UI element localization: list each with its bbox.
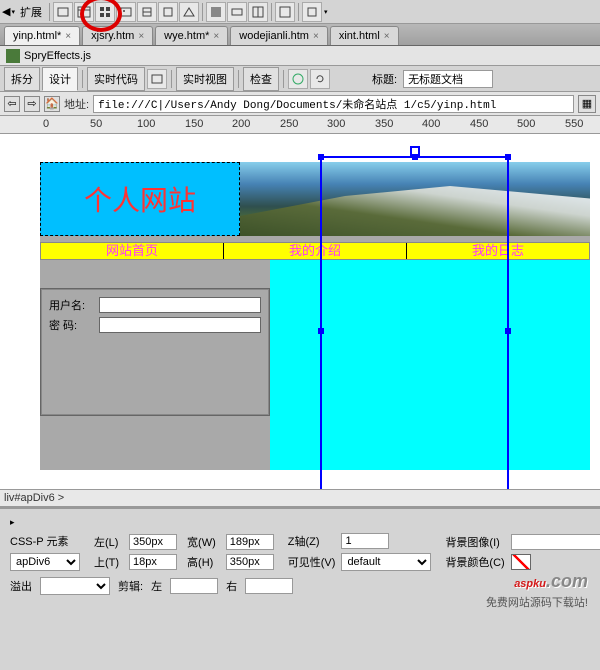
tool-icon-9[interactable] bbox=[227, 2, 247, 22]
top-input[interactable] bbox=[129, 554, 177, 570]
address-input[interactable] bbox=[93, 95, 574, 113]
nav-blog[interactable]: 我的日志 bbox=[407, 243, 589, 259]
tool-icon-12[interactable] bbox=[302, 2, 322, 22]
horizontal-ruler: 0 50 100 150 200 250 300 350 400 450 500… bbox=[0, 116, 600, 134]
overflow-select[interactable] bbox=[40, 577, 110, 595]
cssp-label: CSS-P 元素 bbox=[10, 533, 80, 549]
go-icon[interactable]: ▦ bbox=[578, 95, 596, 113]
collapse-icon[interactable]: ▸ bbox=[10, 517, 15, 528]
title-label: 标题: bbox=[372, 71, 397, 87]
nav-intro[interactable]: 我的介绍 bbox=[224, 243, 407, 259]
height-input[interactable] bbox=[226, 554, 274, 570]
expand-menu[interactable]: 扩展 bbox=[16, 4, 46, 20]
js-file-icon bbox=[6, 49, 20, 63]
resize-handle[interactable] bbox=[318, 154, 324, 160]
vis-select[interactable]: default bbox=[341, 553, 431, 571]
logo-box[interactable]: 个人网站 bbox=[40, 162, 240, 236]
address-label: 地址: bbox=[64, 96, 89, 112]
z-input[interactable] bbox=[341, 533, 389, 549]
close-icon[interactable]: × bbox=[138, 31, 144, 42]
tool-icon-7[interactable] bbox=[179, 2, 199, 22]
banner-image[interactable] bbox=[240, 162, 590, 236]
watermark: aspku.com 免费网站源码下载站! bbox=[486, 563, 588, 610]
vis-label: 可见性(V) bbox=[288, 554, 336, 570]
tool-dropdown[interactable]: ▾ bbox=[323, 8, 328, 16]
pass-label: 密 码: bbox=[49, 317, 99, 333]
login-form: 用户名: 密 码: bbox=[40, 288, 270, 416]
forward-icon[interactable]: ⇨ bbox=[24, 96, 40, 112]
clip-label: 剪辑: bbox=[118, 578, 143, 594]
clip-left-label: 左 bbox=[151, 578, 162, 594]
password-input[interactable] bbox=[99, 317, 261, 333]
bgimg-input[interactable] bbox=[511, 534, 600, 550]
tool-icon-6[interactable] bbox=[158, 2, 178, 22]
back-icon[interactable]: ⇦ bbox=[4, 96, 20, 112]
resize-handle[interactable] bbox=[412, 154, 418, 160]
tool-icon-10[interactable] bbox=[248, 2, 268, 22]
height-label: 高(H) bbox=[187, 554, 216, 570]
tab-xint[interactable]: xint.html× bbox=[330, 26, 399, 45]
page-header: 个人网站 bbox=[40, 162, 600, 236]
width-label: 宽(W) bbox=[187, 534, 216, 550]
main-toolbar: ◀ ▾ 扩展 ▾ bbox=[0, 0, 600, 24]
resize-handle[interactable] bbox=[505, 154, 511, 160]
close-icon[interactable]: × bbox=[65, 31, 71, 42]
selection-anchor[interactable] bbox=[410, 146, 420, 156]
split-button[interactable]: 拆分 bbox=[4, 67, 40, 91]
clip-right-label: 右 bbox=[226, 578, 237, 594]
tool-icon-3[interactable] bbox=[95, 2, 115, 22]
user-label: 用户名: bbox=[49, 297, 99, 313]
left-input[interactable] bbox=[129, 534, 177, 550]
address-bar: ⇦ ⇨ 🏠 地址: ▦ bbox=[0, 92, 600, 116]
z-label: Z轴(Z) bbox=[288, 533, 336, 549]
tool-icon-11[interactable] bbox=[275, 2, 295, 22]
left-label: 左(L) bbox=[94, 534, 119, 550]
design-button[interactable]: 设计 bbox=[42, 67, 78, 91]
close-icon[interactable]: × bbox=[384, 31, 390, 42]
nav-bar: 网站首页 我的介绍 我的日志 bbox=[40, 242, 590, 260]
close-icon[interactable]: × bbox=[313, 31, 319, 42]
clip-left-input[interactable] bbox=[170, 578, 218, 594]
tool-icon-8[interactable] bbox=[206, 2, 226, 22]
tab-yinp[interactable]: yinp.html*× bbox=[4, 26, 80, 45]
design-canvas[interactable]: 个人网站 网站首页 我的介绍 我的日志 用户名: 密 码: bbox=[0, 134, 600, 489]
bgimg-label: 背景图像(I) bbox=[445, 534, 504, 550]
left-column: 用户名: 密 码: bbox=[40, 260, 270, 470]
close-icon[interactable]: × bbox=[213, 31, 219, 42]
tab-xjsry[interactable]: xjsry.htm× bbox=[82, 26, 153, 45]
right-column[interactable] bbox=[270, 260, 590, 470]
collapse-dropdown[interactable]: ◀ ▾ bbox=[2, 5, 15, 18]
nav-home[interactable]: 网站首页 bbox=[41, 243, 224, 259]
top-label: 上(T) bbox=[94, 554, 119, 570]
title-input[interactable] bbox=[403, 70, 493, 88]
logo-text: 个人网站 bbox=[84, 179, 196, 219]
tool-icon-1[interactable] bbox=[53, 2, 73, 22]
overflow-label: 溢出 bbox=[10, 578, 32, 594]
live-view-button[interactable]: 实时视图 bbox=[176, 67, 234, 91]
tool-icon-4[interactable] bbox=[116, 2, 136, 22]
tab-wye[interactable]: wye.htm*× bbox=[155, 26, 228, 45]
refresh-icon[interactable] bbox=[310, 69, 330, 89]
globe-icon[interactable] bbox=[288, 69, 308, 89]
inspect-button[interactable]: 检查 bbox=[243, 67, 279, 91]
username-input[interactable] bbox=[99, 297, 261, 313]
tab-wodejianli[interactable]: wodejianli.htm× bbox=[230, 26, 328, 45]
live-code-button[interactable]: 实时代码 bbox=[87, 67, 145, 91]
related-files-bar: SpryEffects.js bbox=[0, 46, 600, 66]
view-toolbar: 拆分 设计 实时代码 实时视图 检查 标题: bbox=[0, 66, 600, 92]
tag-path[interactable]: liv#apDiv6 > bbox=[4, 492, 64, 504]
tool-icon-2[interactable] bbox=[74, 2, 94, 22]
spry-filename[interactable]: SpryEffects.js bbox=[24, 50, 91, 62]
content-row: 用户名: 密 码: bbox=[40, 260, 590, 470]
home-icon[interactable]: 🏠 bbox=[44, 96, 60, 112]
live-code-icon[interactable] bbox=[147, 69, 167, 89]
clip-right-input[interactable] bbox=[245, 578, 293, 594]
tag-selector-bar: liv#apDiv6 > bbox=[0, 489, 600, 507]
tool-icon-5[interactable] bbox=[137, 2, 157, 22]
element-select[interactable]: apDiv6 bbox=[10, 553, 80, 571]
width-input[interactable] bbox=[226, 534, 274, 550]
document-tabs: yinp.html*× xjsry.htm× wye.htm*× wodejia… bbox=[0, 24, 600, 46]
